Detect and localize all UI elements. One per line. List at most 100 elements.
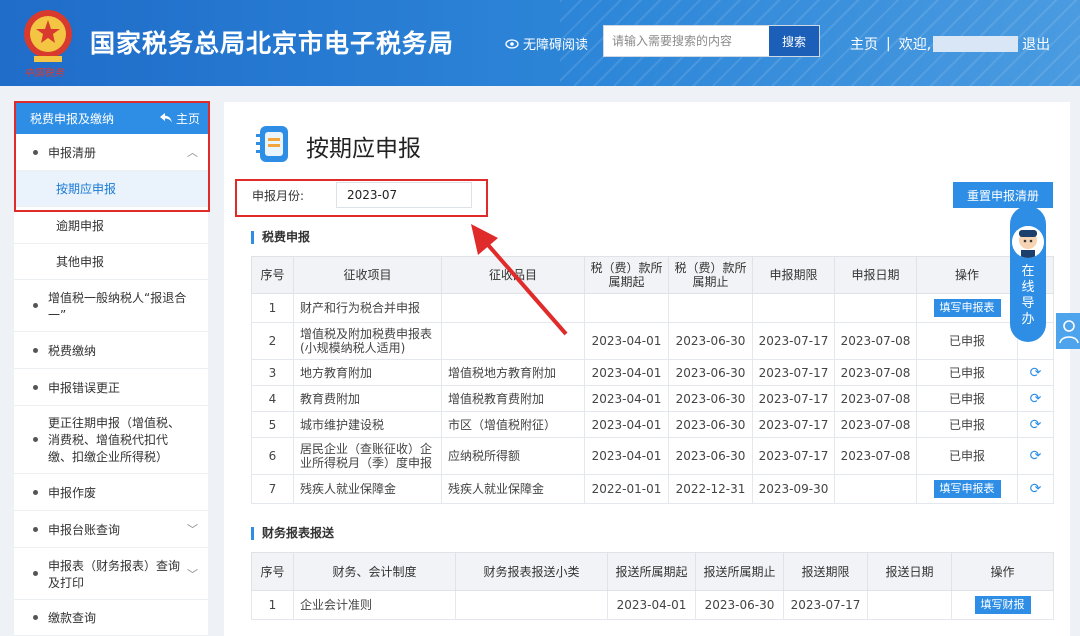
period-start-cell: 2023-04-01 (584, 437, 669, 475)
site-header: 中国税务 国家税务总局北京市电子税务局 无障碍阅读 搜索 主页 | 欢迎, 退出 (0, 0, 1080, 86)
levy-subitem-cell: 残疾人就业保障金 (441, 474, 585, 504)
fill-financial-report-button[interactable]: 填写财报 (974, 596, 1031, 614)
col-header: 财务、会计制度 (293, 552, 456, 591)
report-subtype-cell (455, 590, 608, 620)
col-header: 报送日期 (867, 552, 952, 591)
sidebar-item-label: 逾期申报 (56, 218, 105, 233)
tax-declaration-table: 序号 征收项目 征收品目 税（费）款所属期起 税（费）款所属期止 申报期限 申报… (251, 256, 1054, 504)
levy-subitem-cell: 应纳税所得额 (441, 437, 585, 475)
col-header: 财务报表报送小类 (455, 552, 608, 591)
user-icon (1059, 320, 1079, 344)
sidebar-item-past-correction[interactable]: 更正往期申报（增值税、消费税、增值税代扣代缴、扣缴企业所得税） (14, 406, 208, 474)
refresh-cell: ⟳ (1017, 411, 1054, 438)
highlight-box-sidebar (14, 101, 210, 212)
operation-cell: 填写申报表 (916, 293, 1018, 323)
col-header: 报送所属期起 (607, 552, 696, 591)
table-row: 6 居民企业（查账征收）企业所得税月（季）度申报 应纳税所得额 2023-04-01 2… (251, 437, 1054, 475)
declaration-date-cell: 2023-07-08 (834, 322, 917, 360)
refresh-icon[interactable]: ⟳ (1030, 365, 1042, 381)
levy-subitem-cell: 市区（增值税附征） (441, 411, 585, 438)
period-end-cell: 2023-06-30 (695, 590, 784, 620)
user-help-tab[interactable] (1056, 313, 1080, 349)
refresh-cell: ⟳ (1017, 385, 1054, 412)
col-header: 序号 (251, 256, 294, 294)
submission-date-cell (867, 590, 952, 620)
online-guide-widget[interactable]: 在线导办 (1010, 206, 1046, 342)
levy-item-cell: 增值税及附加税费申报表(小规模纳税人适用) (293, 322, 442, 360)
status-text: 已申报 (948, 417, 985, 432)
row-number-cell: 3 (251, 359, 294, 386)
sidebar-item-payment-query[interactable]: 缴款查询 (14, 600, 208, 636)
search-button[interactable]: 搜索 (769, 26, 819, 56)
levy-item-cell: 城市维护建设税 (293, 411, 442, 438)
bullet-icon (33, 437, 38, 442)
bullet-icon (33, 489, 38, 495)
deadline-cell: 2023-09-30 (752, 474, 835, 504)
reset-declaration-list-button[interactable]: 重置申报清册 (953, 182, 1053, 208)
col-header: 申报日期 (834, 256, 917, 294)
sidebar-item-overdue-declaration[interactable]: 逾期申报 (14, 207, 208, 244)
refresh-cell: ⟳ (1017, 437, 1054, 475)
period-start-cell: 2023-04-01 (584, 322, 669, 360)
fill-declaration-button[interactable]: 填写申报表 (933, 299, 1001, 317)
sidebar-item-ledger-query[interactable]: 申报台账查询 ﹀ (14, 511, 208, 548)
col-header: 报送所属期止 (695, 552, 784, 591)
refresh-icon[interactable]: ⟳ (1030, 391, 1042, 407)
emblem-caption: 中国税务 (24, 68, 64, 79)
sidebar-item-tax-payment[interactable]: 税费缴纳 (14, 332, 208, 369)
operation-cell: 已申报 (916, 411, 1018, 438)
declaration-date-cell: 2023-07-08 (834, 411, 917, 438)
document-icon (256, 126, 288, 162)
declaration-date-cell (834, 474, 917, 504)
table-header-row: 序号 财务、会计制度 财务报表报送小类 报送所属期起 报送所属期止 报送期限 报… (251, 552, 1054, 591)
logout-link[interactable]: 退出 (1022, 34, 1050, 54)
search-input[interactable] (604, 26, 769, 56)
sidebar-item-label: 更正往期申报（增值税、消费税、增值税代扣代缴、扣缴企业所得税） (48, 416, 181, 464)
row-number-cell: 2 (251, 322, 294, 360)
status-text: 已申报 (948, 365, 985, 380)
masked-username (933, 36, 1019, 52)
period-end-cell: 2023-06-30 (668, 411, 753, 438)
col-header: 税（费）款所属期止 (668, 256, 753, 294)
sidebar-item-label: 申报台账查询 (48, 522, 121, 537)
table-row: 4 教育费附加 增值税教育费附加 2023-04-01 2023-06-30 2023-0… (251, 385, 1054, 412)
levy-item-cell: 财产和行为税合并申报 (293, 293, 442, 323)
home-link[interactable]: 主页 (850, 34, 878, 54)
sidebar-item-label: 缴款查询 (48, 611, 97, 625)
period-start-cell: 2023-04-01 (584, 385, 669, 412)
col-header: 税（费）款所属期起 (584, 256, 669, 294)
sidebar-item-label: 税费缴纳 (48, 343, 97, 358)
sidebar-item-label: 申报作废 (48, 485, 97, 500)
period-end-cell: 2023-06-30 (668, 359, 753, 386)
levy-subitem-cell (441, 293, 585, 323)
accessibility-link[interactable]: 无障碍阅读 (505, 34, 588, 53)
sidebar-item-error-correction[interactable]: 申报错误更正 (14, 369, 208, 406)
levy-item-cell: 居民企业（查账征收）企业所得税月（季）度申报 (293, 437, 442, 475)
sidebar-item-report-query[interactable]: 申报表（财务报表）查询及打印 ﹀ (14, 548, 208, 600)
sidebar-item-void-declaration[interactable]: 申报作废 (14, 474, 208, 511)
levy-subitem-cell: 增值税教育费附加 (441, 385, 585, 412)
refresh-icon[interactable]: ⟳ (1030, 481, 1042, 497)
fill-declaration-button[interactable]: 填写申报表 (933, 480, 1001, 498)
deadline-cell: 2023-07-17 (752, 359, 835, 386)
sidebar-item-other-declaration[interactable]: 其他申报 (14, 244, 208, 280)
declaration-date-cell: 2023-07-08 (834, 359, 917, 386)
refresh-icon[interactable]: ⟳ (1030, 448, 1042, 464)
refresh-cell: ⟳ (1017, 474, 1054, 504)
eye-icon (505, 38, 519, 49)
levy-subitem-cell: 增值税地方教育附加 (441, 359, 585, 386)
table-row: 1 企业会计准则 2023-04-01 2023-06-30 2023-07-17 填写财… (251, 590, 1054, 620)
page-title: 按期应申报 (306, 136, 421, 162)
sidebar-item-label: 其他申报 (56, 255, 105, 269)
refresh-icon[interactable]: ⟳ (1030, 417, 1042, 433)
row-number-cell: 1 (251, 293, 294, 323)
col-header: 申报期限 (752, 256, 835, 294)
period-end-cell: 2023-06-30 (668, 437, 753, 475)
sidebar-item-vat-general[interactable]: 增值税一般纳税人“报退合一” (14, 280, 208, 332)
period-end-cell: 2023-06-30 (668, 322, 753, 360)
row-number-cell: 5 (251, 411, 294, 438)
deadline-cell: 2023-07-17 (783, 590, 868, 620)
levy-subitem-cell (441, 322, 585, 360)
guide-label: 在线导办 (1021, 264, 1035, 327)
sidebar-item-label: 申报错误更正 (48, 380, 121, 395)
